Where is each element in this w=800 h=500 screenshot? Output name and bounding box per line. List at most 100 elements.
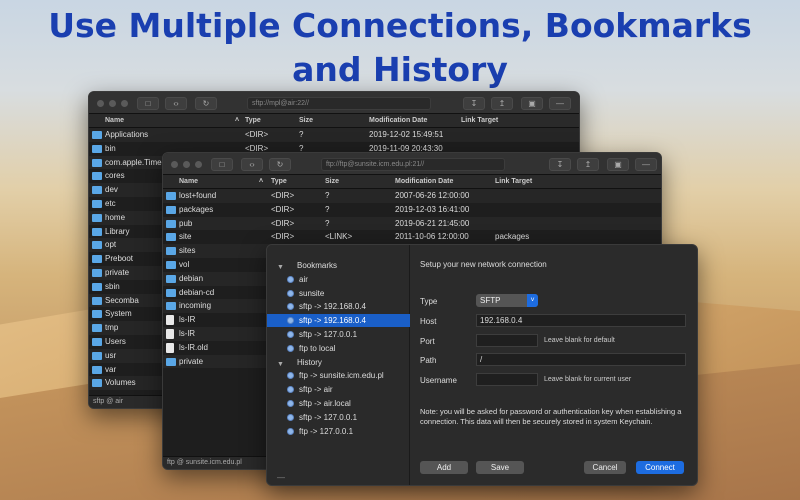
history-item[interactable]: sftp -> 127.0.0.1 bbox=[267, 411, 410, 424]
folder-icon bbox=[166, 192, 176, 200]
cell-type: <DIR> bbox=[271, 218, 295, 228]
globe-icon bbox=[287, 344, 294, 352]
upload-button[interactable]: ↥ bbox=[491, 97, 513, 110]
username-field[interactable] bbox=[476, 373, 538, 386]
cell-date: 2019-12-02 15:49:51 bbox=[369, 130, 444, 139]
port-hint: Leave blank for default bbox=[544, 337, 615, 344]
folder-icon bbox=[166, 205, 176, 214]
bookmark-item[interactable]: sunsite bbox=[267, 287, 410, 300]
connection-dialog: ▼ Bookmarks air sunsite sftp -> 192.168.0.4 s… bbox=[266, 244, 698, 486]
cell-name: debian bbox=[179, 273, 204, 283]
folder-icon bbox=[92, 241, 102, 250]
cell-name: sites bbox=[179, 246, 196, 256]
cell-name: ls-IR bbox=[179, 315, 196, 325]
type-select[interactable]: SFTP ˅ bbox=[476, 294, 538, 307]
add-button[interactable]: Add bbox=[420, 461, 468, 474]
bookmark-item[interactable]: sftp -> 127.0.0.1 bbox=[267, 328, 410, 341]
save-button[interactable]: Save bbox=[476, 461, 524, 474]
back-forward-button[interactable]: ‹› bbox=[241, 158, 263, 171]
folder-icon bbox=[92, 172, 102, 181]
bookmark-item[interactable]: air bbox=[267, 273, 410, 286]
folder-icon bbox=[92, 186, 102, 195]
host-field[interactable]: 192.168.0.4 bbox=[476, 314, 686, 327]
refresh-button[interactable]: ↻ bbox=[195, 97, 217, 110]
cell-type: <DIR> bbox=[271, 232, 295, 242]
path-field[interactable]: / bbox=[476, 353, 686, 366]
download-button[interactable]: ↧ bbox=[549, 158, 571, 171]
refresh-button[interactable]: ↻ bbox=[269, 158, 291, 171]
close-window-button[interactable] bbox=[171, 161, 178, 168]
new-folder-button[interactable]: ▣ bbox=[607, 158, 629, 171]
globe-icon bbox=[287, 303, 294, 311]
bookmark-label: sftp -> 127.0.0.1 bbox=[299, 330, 358, 339]
column-link[interactable]: Link Target bbox=[461, 117, 498, 124]
cell-name: System bbox=[105, 309, 132, 319]
history-item[interactable]: ftp -> sunsite.icm.edu.pl bbox=[267, 369, 410, 382]
table-row[interactable]: packages <DIR>? 2019-12-03 16:41:00 bbox=[163, 202, 661, 217]
folder-icon bbox=[92, 158, 102, 167]
folder-icon bbox=[92, 144, 102, 153]
cell-link: packages bbox=[495, 232, 530, 242]
table-row[interactable]: pub <DIR>? 2019-06-21 21:45:00 bbox=[163, 216, 661, 231]
form-heading: Setup your new network connection bbox=[420, 260, 547, 269]
history-item[interactable]: ftp -> 127.0.0.1 bbox=[267, 425, 410, 438]
column-link[interactable]: Link Target bbox=[495, 178, 532, 185]
cell-type: <DIR> bbox=[271, 204, 295, 214]
upload-button[interactable]: ↥ bbox=[577, 158, 599, 171]
column-type[interactable]: Type bbox=[271, 178, 287, 185]
column-date[interactable]: Modification Date bbox=[369, 117, 427, 124]
cell-type: <DIR> bbox=[271, 191, 295, 200]
column-name[interactable]: Name bbox=[179, 178, 198, 185]
history-section[interactable]: ▼ History bbox=[267, 356, 410, 369]
more-button[interactable]: — bbox=[635, 158, 657, 171]
chevron-down-icon: ˅ bbox=[527, 294, 538, 307]
folder-icon bbox=[92, 310, 102, 319]
address-field[interactable]: ftp://ftp@sunsite.icm.edu.pl:21// bbox=[321, 158, 505, 171]
connect-button[interactable]: Connect bbox=[636, 461, 684, 474]
window-toolbar: □ ‹› ↻ sftp://mpl@air:22// ↧ ↥ ▣ — bbox=[89, 92, 579, 114]
column-size[interactable]: Size bbox=[299, 117, 313, 124]
zoom-window-button[interactable] bbox=[121, 100, 128, 107]
globe-icon bbox=[287, 386, 294, 394]
cell-name: packages bbox=[179, 204, 214, 214]
more-button[interactable]: — bbox=[549, 97, 571, 110]
history-item[interactable]: sftp -> air.local bbox=[267, 397, 410, 410]
folder-icon bbox=[166, 288, 176, 297]
column-date[interactable]: Modification Date bbox=[395, 178, 453, 185]
table-row[interactable]: Applications <DIR>? 2019-12-02 15:49:51 bbox=[89, 128, 579, 142]
new-folder-button[interactable]: ▣ bbox=[521, 97, 543, 110]
cell-name: Volumes bbox=[105, 378, 136, 388]
address-field[interactable]: sftp://mpl@air:22// bbox=[247, 97, 431, 110]
globe-icon bbox=[287, 275, 294, 283]
column-size[interactable]: Size bbox=[325, 178, 339, 185]
close-window-button[interactable] bbox=[97, 100, 104, 107]
window-toolbar: □ ‹› ↻ ftp://ftp@sunsite.icm.edu.pl:21//… bbox=[163, 153, 661, 175]
headline-line-2: and History bbox=[292, 50, 508, 89]
globe-icon bbox=[287, 331, 294, 338]
cancel-button[interactable]: Cancel bbox=[584, 461, 626, 474]
history-item[interactable]: sftp -> air bbox=[267, 383, 410, 396]
column-header: Name ˄ Type Size Modification Date Link … bbox=[163, 175, 661, 189]
cell-name: private bbox=[179, 356, 204, 366]
bookmark-item[interactable]: sftp -> 192.168.0.4 bbox=[267, 314, 410, 328]
column-type[interactable]: Type bbox=[245, 117, 261, 124]
minimize-window-button[interactable] bbox=[109, 100, 116, 107]
bookmarks-section[interactable]: ▼ Bookmarks bbox=[267, 259, 410, 272]
download-button[interactable]: ↧ bbox=[463, 97, 485, 110]
globe-icon bbox=[287, 317, 294, 325]
folder-icon bbox=[166, 219, 176, 228]
minimize-window-button[interactable] bbox=[183, 161, 190, 168]
cell-size: ? bbox=[325, 204, 330, 214]
bookmark-item[interactable]: sftp -> 192.168.0.4 bbox=[267, 300, 410, 313]
table-row[interactable]: site <DIR> <LINK> 2011-10-06 12:00:00 packag… bbox=[163, 230, 661, 245]
bookmarks-view-button[interactable]: □ bbox=[211, 158, 233, 171]
zoom-window-button[interactable] bbox=[195, 161, 202, 168]
bookmark-item[interactable]: ftp to local bbox=[267, 342, 410, 355]
column-name[interactable]: Name bbox=[105, 117, 124, 124]
back-forward-button[interactable]: ‹› bbox=[165, 97, 187, 110]
cell-size: ? bbox=[325, 218, 330, 228]
port-field[interactable] bbox=[476, 334, 538, 347]
table-row[interactable]: lost+found <DIR>? 2007-06-26 12:00:00 bbox=[163, 189, 661, 203]
headline: Use Multiple Connections, Bookmarks and … bbox=[0, 4, 800, 92]
bookmarks-view-button[interactable]: □ bbox=[137, 97, 159, 110]
